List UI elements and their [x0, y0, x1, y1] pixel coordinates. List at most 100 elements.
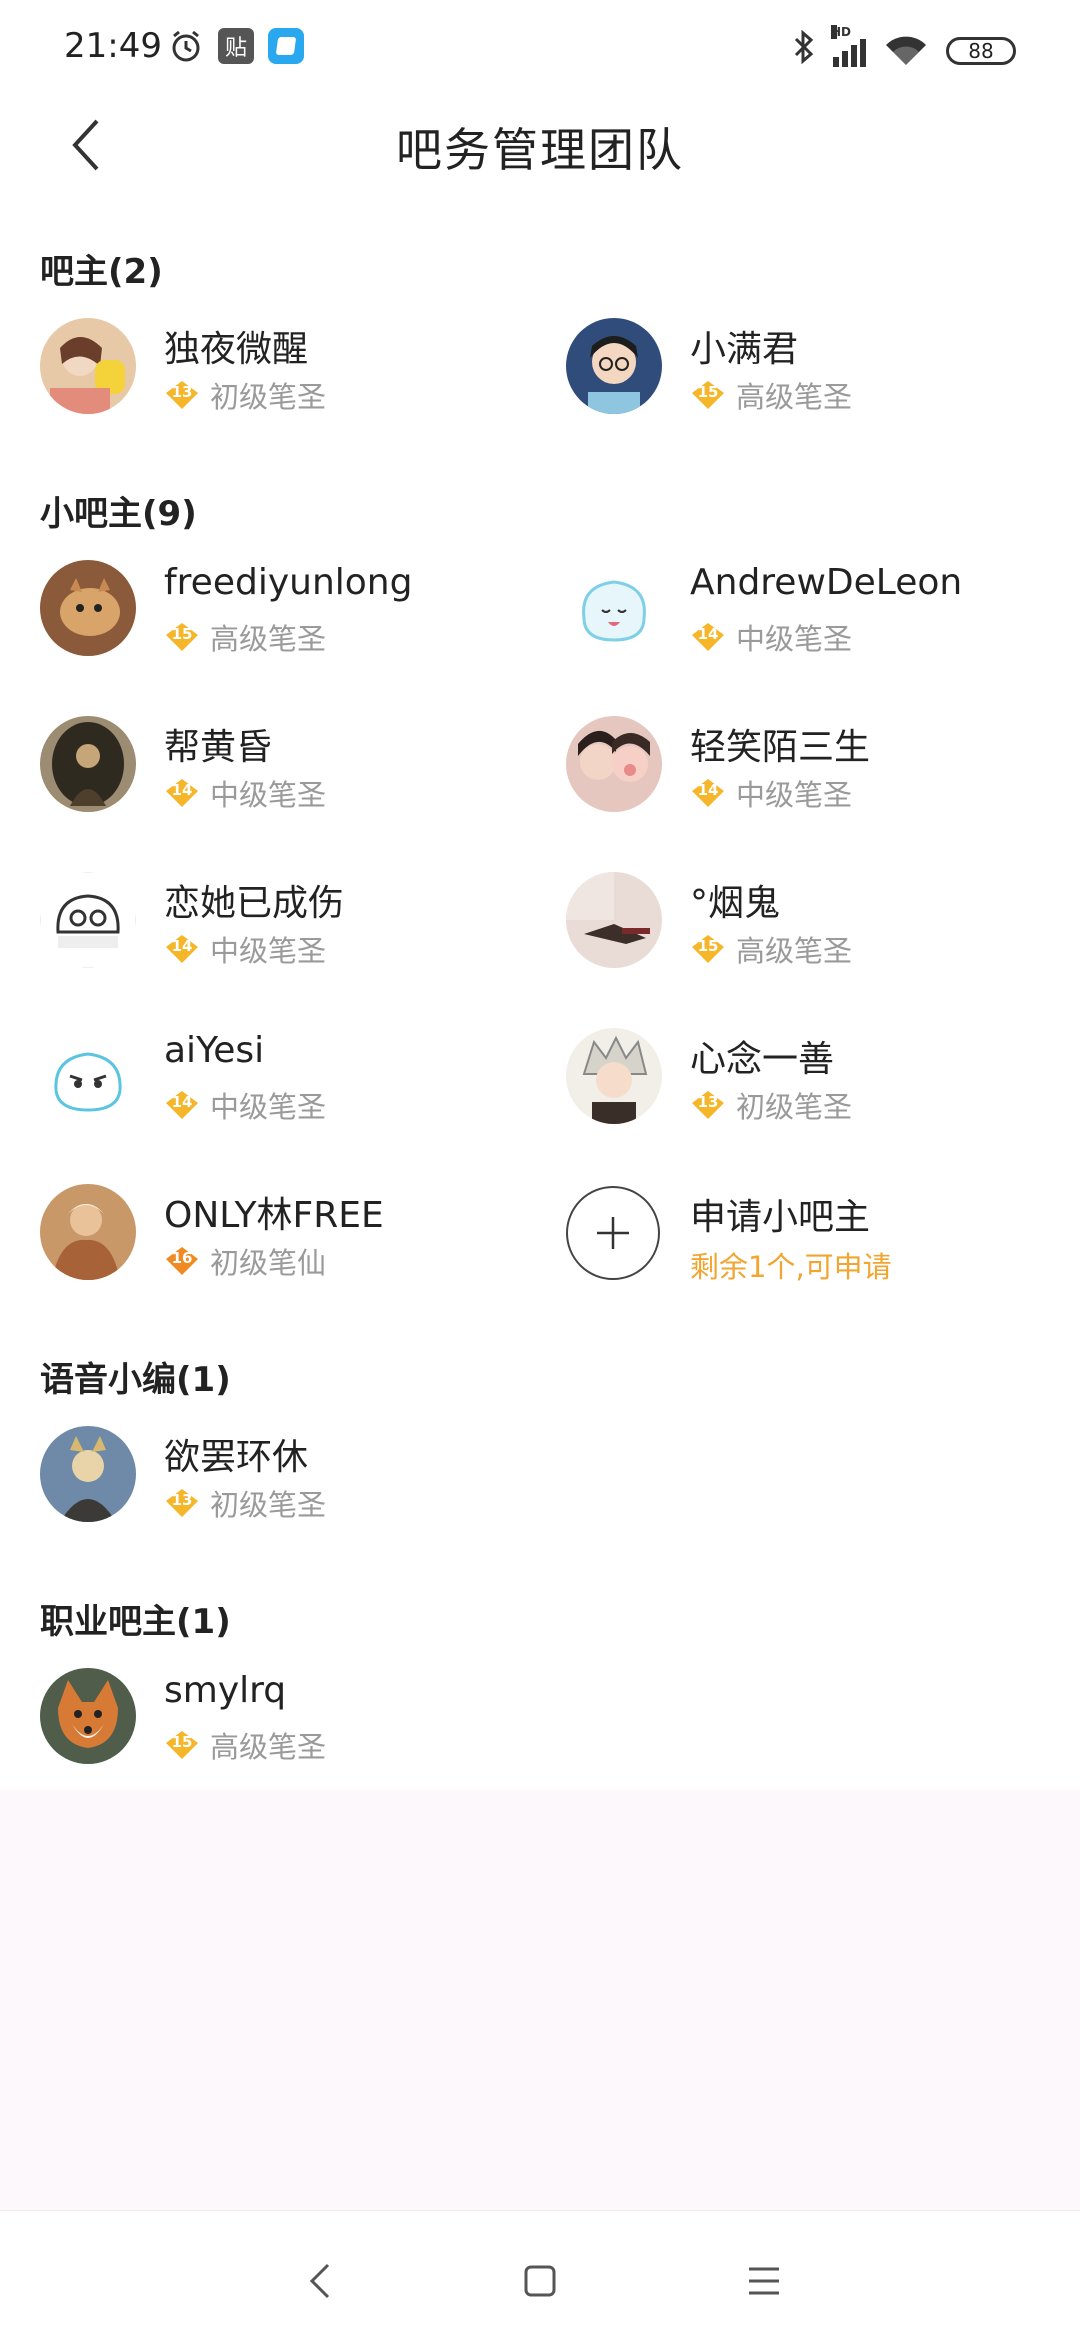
member-name: aiYesi	[164, 1030, 265, 1071]
status-bar: 21:49 贴 HD 88	[0, 0, 1080, 96]
app-notification-icon	[268, 28, 304, 64]
notification-icons: 贴	[168, 28, 304, 64]
section-title-pro-owners: 职业吧主(1)	[40, 1602, 231, 1642]
level-number: 14	[171, 781, 193, 799]
avatar	[40, 1028, 136, 1124]
member-item[interactable]: 帮黄昏 14 中级笔圣	[40, 716, 540, 826]
avatar	[40, 1184, 136, 1280]
level-badge-icon: 15	[164, 1729, 200, 1761]
section-title-owners: 吧主(2)	[40, 252, 163, 292]
avatar	[40, 1668, 136, 1764]
level-number: 16	[171, 1249, 193, 1267]
level-title: 高级笔圣	[736, 934, 853, 968]
level-title: 高级笔圣	[210, 622, 327, 656]
level-number: 14	[697, 625, 719, 643]
nav-home-icon	[524, 2265, 556, 2297]
level-badge-icon: 14	[164, 933, 200, 965]
empty-area	[0, 1790, 1080, 2210]
member-level: 14 中级笔圣	[164, 772, 326, 814]
level-badge-icon: 14	[690, 621, 726, 653]
level-badge-icon: 15	[690, 933, 726, 965]
level-title: 中级笔圣	[736, 622, 853, 656]
level-title: 高级笔圣	[210, 1730, 327, 1764]
level-title: 中级笔圣	[210, 778, 327, 812]
avatar	[566, 560, 662, 656]
member-name: AndrewDeLeon	[690, 562, 963, 603]
nav-menu-icon	[749, 2267, 779, 2295]
member-item[interactable]: °烟鬼 15 高级笔圣	[566, 872, 1066, 982]
member-level: 13 初级笔圣	[690, 1084, 852, 1126]
level-badge-icon: 13	[164, 1487, 200, 1519]
avatar	[40, 872, 136, 968]
member-level: 15 高级笔圣	[690, 928, 852, 970]
plus-icon[interactable]	[566, 1186, 660, 1280]
status-time: 21:49	[64, 26, 162, 66]
level-title: 初级笔圣	[210, 1488, 327, 1522]
member-item[interactable]: AndrewDeLeon 14 中级笔圣	[566, 560, 1066, 670]
level-title: 中级笔圣	[210, 1090, 327, 1124]
section-title-voice-editors: 语音小编(1)	[40, 1360, 231, 1400]
member-item[interactable]: smylrq 15 高级笔圣	[40, 1668, 540, 1778]
section-title-sub-owners: 小吧主(9)	[40, 494, 197, 534]
member-item[interactable]: 恋她已成伤 14 中级笔圣	[40, 872, 540, 982]
apply-label: 申请小吧主	[690, 1197, 871, 1238]
system-nav-bar	[0, 2210, 1080, 2341]
alarm-icon	[168, 28, 204, 64]
level-badge-icon: 15	[690, 379, 726, 411]
member-item[interactable]: 小满君 15 高级笔圣	[566, 318, 1066, 428]
member-level: 16 初级笔仙	[164, 1240, 326, 1282]
level-number: 15	[697, 937, 719, 955]
bluetooth-icon	[793, 29, 815, 72]
member-item[interactable]: 心念一善 13 初级笔圣	[566, 1028, 1066, 1138]
apply-sub-owner-button[interactable]: 申请小吧主 剩余1个,可申请	[566, 1186, 1066, 1296]
member-level: 13 初级笔圣	[164, 1482, 326, 1524]
member-name: 帮黄昏	[164, 727, 273, 768]
level-title: 初级笔仙	[210, 1246, 327, 1280]
level-badge-icon: 13	[690, 1089, 726, 1121]
member-name: 轻笑陌三生	[690, 727, 871, 768]
level-badge-icon: 14	[164, 777, 200, 809]
battery-indicator: 88	[946, 37, 1016, 65]
avatar	[40, 318, 136, 414]
level-badge-icon: 13	[164, 379, 200, 411]
level-badge-icon: 14	[164, 1089, 200, 1121]
level-number: 13	[697, 1093, 719, 1111]
member-item[interactable]: freediyunlong 15 高级笔圣	[40, 560, 540, 670]
level-title: 初级笔圣	[210, 380, 327, 414]
tieba-notification-icon: 贴	[218, 28, 254, 64]
member-name: 恋她已成伤	[164, 883, 345, 924]
member-name: freediyunlong	[164, 562, 413, 603]
member-item[interactable]: 轻笑陌三生 14 中级笔圣	[566, 716, 1066, 826]
level-title: 高级笔圣	[736, 380, 853, 414]
level-number: 15	[697, 383, 719, 401]
member-level: 14 中级笔圣	[690, 616, 852, 658]
nav-menu-button[interactable]	[734, 2251, 794, 2311]
level-number: 13	[171, 383, 193, 401]
member-level: 15 高级笔圣	[164, 616, 326, 658]
member-level: 14 中级笔圣	[690, 772, 852, 814]
level-number: 14	[171, 1093, 193, 1111]
level-badge-icon: 16	[164, 1245, 200, 1277]
header: 吧务管理团队	[0, 96, 1080, 192]
member-name: ONLY林FREE	[164, 1195, 384, 1236]
level-badge-icon: 15	[164, 621, 200, 653]
level-badge-icon: 14	[690, 777, 726, 809]
nav-back-button[interactable]	[290, 2251, 350, 2311]
level-number: 15	[171, 625, 193, 643]
member-level: 13 初级笔圣	[164, 374, 326, 416]
avatar	[566, 318, 662, 414]
member-item[interactable]: 独夜微醒 13 初级笔圣	[40, 318, 540, 428]
level-number: 14	[697, 781, 719, 799]
member-item[interactable]: ONLY林FREE 16 初级笔仙	[40, 1184, 540, 1294]
avatar	[40, 1426, 136, 1522]
nav-back-icon	[309, 2263, 330, 2299]
member-name: °烟鬼	[690, 883, 781, 924]
member-name: 独夜微醒	[164, 329, 309, 370]
member-item[interactable]: aiYesi 14 中级笔圣	[40, 1028, 540, 1138]
member-item[interactable]: 欲罢环休 13 初级笔圣	[40, 1426, 540, 1536]
level-number: 13	[171, 1491, 193, 1509]
level-title: 初级笔圣	[736, 1090, 853, 1124]
hd-label: HD	[831, 25, 852, 39]
nav-home-button[interactable]	[510, 2251, 570, 2311]
member-level: 14 中级笔圣	[164, 1084, 326, 1126]
